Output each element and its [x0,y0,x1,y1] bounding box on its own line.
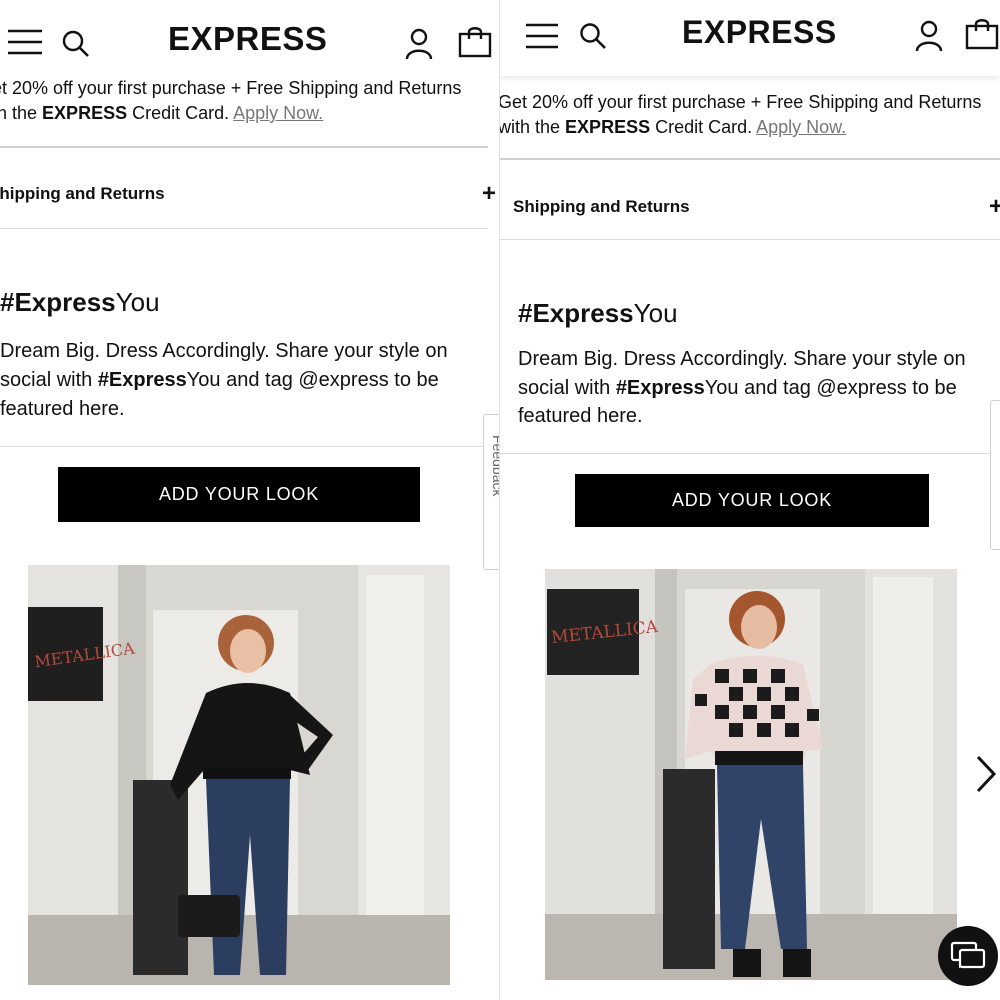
account-icon[interactable] [915,20,943,52]
bag-icon[interactable] [458,26,492,58]
divider [500,158,1000,160]
apply-now-link[interactable]: Apply Now. [233,103,323,123]
desc-line-1: Dream Big. Dress Accordingly. Share your… [518,348,966,370]
right-content: EXPRESS Get 20% off your first purchase … [500,0,1000,1000]
promo-line-2-prefix: th the [0,103,38,123]
promo-banner: et 20% off your first purchase + Free Sh… [0,76,461,126]
right-screenshot: EXPRESS Get 20% off your first purchase … [500,0,1000,1000]
promo-line-2-suffix: Credit Card. [650,117,757,137]
express-logo[interactable]: EXPRESS [168,20,327,58]
express-you-heading: #ExpressYou [518,298,678,329]
divider [0,146,488,148]
desc-hashtag: #Express [97,369,187,391]
hashtag-rest: You [633,298,678,328]
desc-line-3: featured here. [0,398,125,420]
header: EXPRESS [500,0,1000,76]
ugc-description: Dream Big. Dress Accordingly. Share your… [0,337,500,424]
divider [0,446,488,447]
desc-line-2-prefix: social with [0,369,98,391]
left-content: EXPRESS et 20% off your first purchase +… [0,0,500,1000]
desc-line-3: featured here. [518,405,643,427]
header: EXPRESS [0,0,492,80]
promo-line-1: Get 20% off your first purchase + Free S… [500,92,982,112]
search-icon[interactable] [580,23,606,49]
promo-line-2-suffix: Credit Card. [127,103,234,123]
hashtag-bold: #Express [0,287,116,317]
menu-icon[interactable] [8,28,42,56]
photo-illustration: METALLICA [545,569,957,980]
add-your-look-button[interactable]: ADD YOUR LOOK [575,474,929,527]
promo-line-2-prefix: with the [500,117,566,137]
divider [500,453,1000,454]
apply-now-link[interactable]: Apply Now. [756,117,846,137]
promo-line-1: et 20% off your first purchase + Free Sh… [0,78,462,98]
promo-banner: Get 20% off your first purchase + Free S… [500,90,981,140]
expand-icon[interactable]: + [482,180,496,208]
ugc-description: Dream Big. Dress Accordingly. Share your… [518,345,1000,431]
desc-line-2-suffix: You and tag @express to be [186,369,439,391]
feedback-tab[interactable] [990,400,1000,550]
promo-brand: EXPRESS [42,103,128,123]
desc-hashtag: #Express [615,376,705,399]
add-your-look-button[interactable]: ADD YOUR LOOK [58,467,420,522]
menu-icon[interactable] [526,22,558,50]
left-screenshot: EXPRESS et 20% off your first purchase +… [0,0,500,1000]
customer-photo[interactable]: METALLICA [28,565,450,985]
chat-icon[interactable] [938,926,998,986]
promo-brand: EXPRESS [565,117,651,137]
account-icon[interactable] [405,28,433,60]
desc-line-2-suffix: You and tag @express to be [704,376,957,399]
desc-line-2-prefix: social with [518,376,616,399]
photo-illustration: METALLICA [28,565,450,985]
divider [500,239,1000,240]
shipping-returns-label[interactable]: Shipping and Returns [513,197,690,217]
chevron-right-icon[interactable] [974,754,998,799]
expand-icon[interactable]: + [989,193,1000,221]
feedback-label: Feedback [490,435,500,497]
hashtag-rest: You [115,287,160,317]
express-you-heading: #ExpressYou [0,287,160,318]
divider [0,228,488,229]
desc-line-1: Dream Big. Dress Accordingly. Share your… [0,340,448,362]
search-icon[interactable] [62,30,90,58]
shipping-returns-label[interactable]: Shipping and Returns [0,184,165,204]
customer-photo[interactable]: METALLICA [545,569,957,980]
express-logo[interactable]: EXPRESS [682,14,837,51]
bag-icon[interactable] [965,18,999,50]
feedback-tab[interactable]: Feedback [483,414,500,570]
hashtag-bold: #Express [518,298,634,328]
